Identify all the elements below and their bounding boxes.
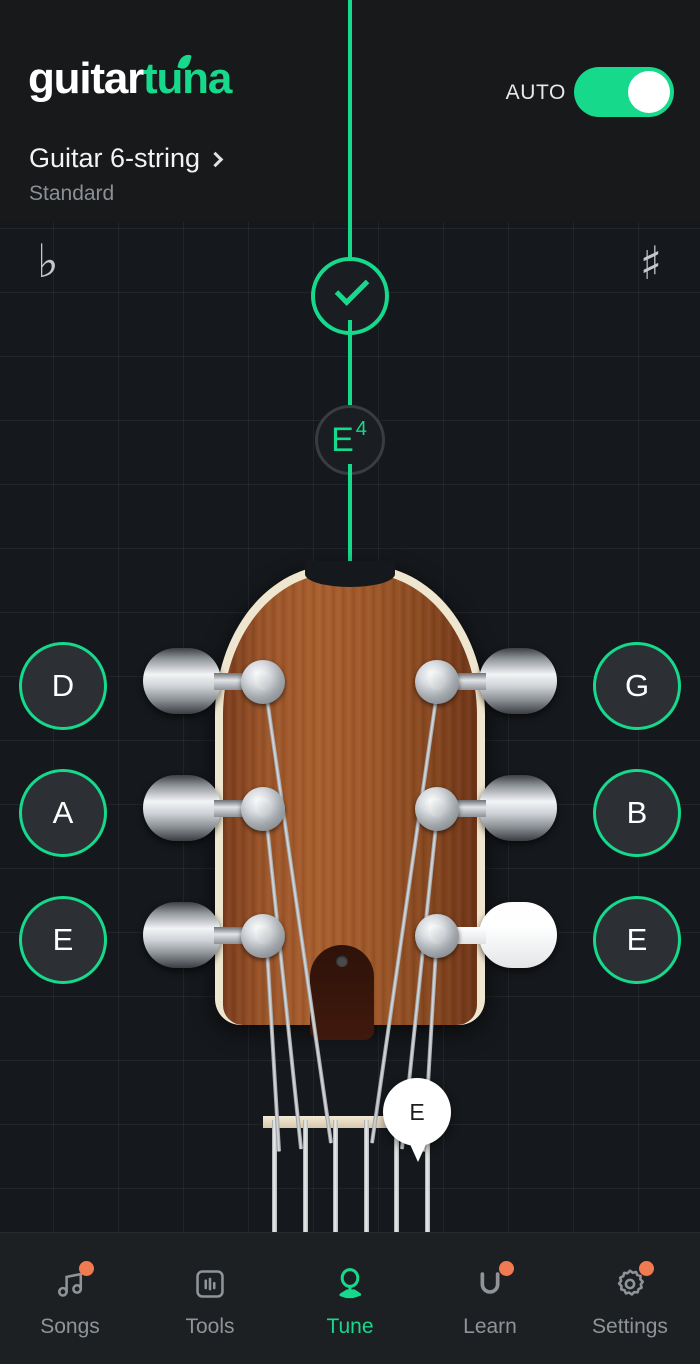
guitar-headstock-graphic xyxy=(0,560,700,1235)
active-string-bubble: E xyxy=(383,1078,451,1162)
auto-toggle[interactable] xyxy=(574,67,674,117)
nav-item-learn[interactable]: Learn xyxy=(420,1233,560,1364)
nav-item-tools[interactable]: Tools xyxy=(140,1233,280,1364)
tuning-post-g xyxy=(415,660,459,704)
chevron-right-icon xyxy=(207,151,224,168)
bottom-navigation: Songs Tools Tune Learn Settings xyxy=(0,1232,700,1364)
tuning-peg-d[interactable] xyxy=(143,648,221,714)
guitartuna-app: guitartuna Guitar 6-string Standard AUTO… xyxy=(0,0,700,1364)
nav-label: Tune xyxy=(326,1315,374,1338)
truss-rod-screw xyxy=(336,955,348,967)
fretboard-string xyxy=(303,1120,308,1235)
tuning-peg-e-low[interactable] xyxy=(143,902,221,968)
app-logo: guitartuna xyxy=(28,54,232,103)
nav-item-tune[interactable]: Tune xyxy=(280,1233,420,1364)
flat-symbol: ♭ xyxy=(37,234,59,288)
tools-icon xyxy=(190,1264,230,1304)
detected-note-octave: 4 xyxy=(355,418,367,440)
nav-item-settings[interactable]: Settings xyxy=(560,1233,700,1364)
tuning-post-e-low xyxy=(241,914,285,958)
auto-label: AUTO xyxy=(505,81,566,104)
tuning-post-b xyxy=(415,787,459,831)
nav-label: Tools xyxy=(185,1315,235,1338)
sharp-symbol: ♯ xyxy=(639,236,662,290)
tuning-peg-g[interactable] xyxy=(479,648,557,714)
tuning-post-a xyxy=(241,787,285,831)
tuning-post-e-high xyxy=(415,914,459,958)
detected-note-letter: E xyxy=(331,421,354,459)
notification-badge xyxy=(499,1261,514,1276)
tuning-peg-e-high-active[interactable] xyxy=(479,902,557,968)
logo-text-primary: guitar xyxy=(28,54,144,103)
tuner-needle-upper xyxy=(348,0,352,265)
nav-label: Songs xyxy=(40,1315,100,1338)
tuning-post-d xyxy=(241,660,285,704)
instrument-label: Guitar 6-string xyxy=(29,143,201,173)
tuner-needle-lower xyxy=(348,464,352,568)
learn-icon xyxy=(470,1261,514,1304)
nav-item-songs[interactable]: Songs xyxy=(0,1233,140,1364)
headstock-crown-notch xyxy=(305,561,395,587)
nav-label: Learn xyxy=(463,1315,517,1338)
active-string-label: E xyxy=(409,1098,425,1125)
fretboard-string xyxy=(333,1120,338,1235)
check-icon xyxy=(334,271,370,306)
tuning-name-label: Standard xyxy=(29,182,115,205)
gear-icon xyxy=(610,1261,654,1304)
nav-label: Settings xyxy=(592,1315,668,1338)
notification-badge xyxy=(79,1261,94,1276)
tuning-peg-a[interactable] xyxy=(143,775,221,841)
notification-badge xyxy=(639,1261,654,1276)
tuning-peg-b[interactable] xyxy=(479,775,557,841)
instrument-selector[interactable]: Guitar 6-string xyxy=(29,143,224,174)
fretboard-string xyxy=(364,1120,369,1235)
tuning-peg-icon xyxy=(330,1264,370,1304)
auto-toggle-knob xyxy=(628,71,670,113)
music-note-icon xyxy=(50,1261,94,1304)
